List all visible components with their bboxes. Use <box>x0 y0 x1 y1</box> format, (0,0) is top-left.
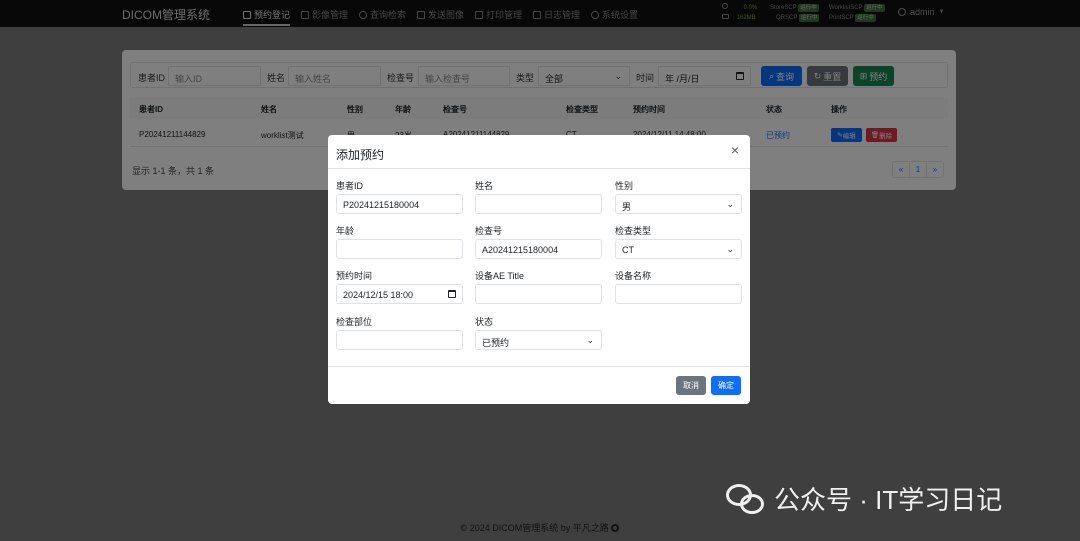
modal-footer: 取消 确定 <box>328 366 750 404</box>
ae-title-field[interactable] <box>475 284 602 304</box>
device-name-label: 设备名称 <box>615 271 652 281</box>
age-label: 年龄 <box>336 226 355 236</box>
patient-id-label: 患者ID <box>336 181 364 191</box>
exam-no-label: 检查号 <box>475 226 503 236</box>
add-appointment-modal: 添加预约 × 患者ID P20241215180004 姓名 性别 男 ⌄ 年龄… <box>328 135 750 404</box>
body-part-field[interactable] <box>336 330 463 350</box>
age-field[interactable] <box>336 239 463 259</box>
modal-title: 添加预约 <box>336 148 385 162</box>
exam-type-label: 检查类型 <box>615 226 652 236</box>
watermark: 公众号 · IT学习日记 <box>726 480 1002 517</box>
patient-id-field[interactable]: P20241215180004 <box>336 194 463 214</box>
appoint-time-label: 预约时间 <box>336 271 373 281</box>
close-icon[interactable]: × <box>728 143 742 157</box>
watermark-text: 公众号 · IT学习日记 <box>774 485 1003 515</box>
appoint-time-field[interactable]: 2024/12/15 18:00 <box>336 284 463 304</box>
confirm-button[interactable]: 确定 <box>711 376 741 395</box>
exam-type-value: CT <box>622 245 634 255</box>
cancel-button[interactable]: 取消 <box>676 376 706 395</box>
name-label: 姓名 <box>475 181 494 191</box>
chevron-down-icon: ⌄ <box>726 199 734 209</box>
exam-type-select[interactable]: CT ⌄ <box>615 239 742 259</box>
status-select[interactable]: 已预约 ⌄ <box>475 330 602 350</box>
modal-header: 添加预约 × <box>328 135 750 169</box>
gender-value: 男 <box>622 202 632 212</box>
body-part-label: 检查部位 <box>336 317 373 327</box>
calendar-icon[interactable] <box>448 290 456 298</box>
gender-select[interactable]: 男 ⌄ <box>615 194 742 214</box>
chevron-down-icon: ⌄ <box>726 244 734 254</box>
status-label: 状态 <box>475 317 494 327</box>
gender-label: 性别 <box>615 181 634 191</box>
wechat-icon <box>726 482 766 516</box>
status-value: 已预约 <box>482 338 510 348</box>
chevron-down-icon: ⌄ <box>586 335 594 345</box>
device-name-field[interactable] <box>615 284 742 304</box>
name-field[interactable] <box>475 194 602 214</box>
ae-title-label: 设备AE Title <box>475 271 525 281</box>
appoint-time-value: 2024/12/15 18:00 <box>343 290 414 300</box>
exam-no-field[interactable]: A20241215180004 <box>475 239 602 259</box>
